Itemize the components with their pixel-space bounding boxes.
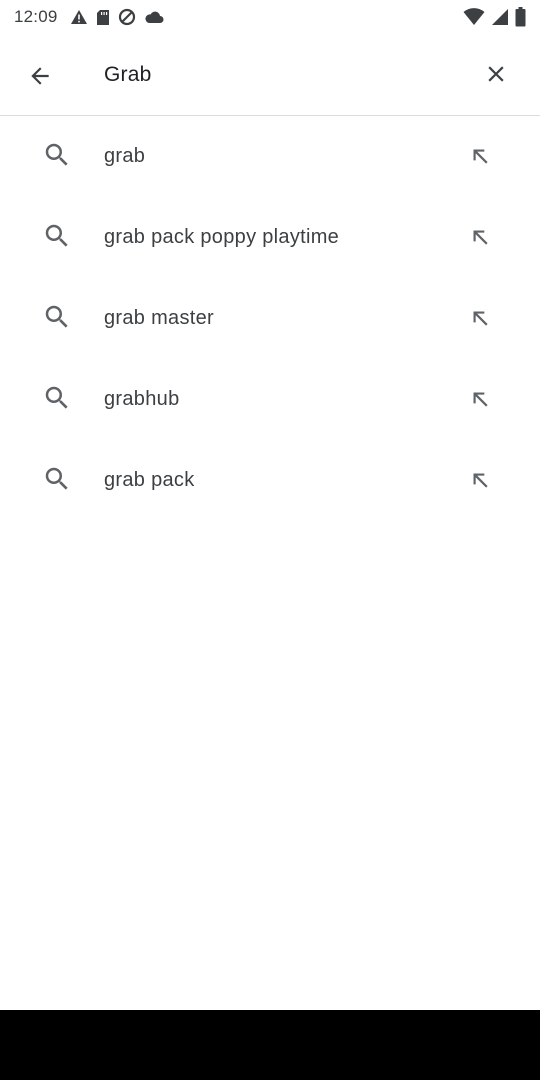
- wifi-icon: [463, 8, 485, 25]
- search-bar: Grab: [0, 34, 540, 116]
- cloud-icon: [144, 11, 164, 23]
- clear-search-button[interactable]: [470, 50, 522, 98]
- search-icon: [45, 467, 68, 490]
- search-icon: [45, 143, 68, 166]
- battery-icon: [515, 7, 526, 27]
- arrow-up-left-icon: [473, 230, 488, 245]
- arrow-up-left-icon: [473, 473, 488, 488]
- fill-query-button[interactable]: [460, 460, 500, 500]
- search-icon: [45, 224, 68, 247]
- data-saver-icon: [118, 8, 135, 26]
- suggestion-item[interactable]: grabhub: [0, 359, 540, 440]
- navigation-bar: [0, 1010, 540, 1080]
- fill-query-button[interactable]: [460, 298, 500, 338]
- fill-query-button[interactable]: [460, 217, 500, 257]
- status-bar: 12:09: [0, 0, 540, 34]
- search-input[interactable]: Grab: [104, 57, 152, 93]
- close-icon: [488, 66, 504, 82]
- suggestion-item[interactable]: grab pack: [0, 440, 540, 521]
- play-store-search-screen: 12:09 Grab grab grab pack poppy playtime…: [0, 0, 540, 1080]
- status-icons-right: [463, 7, 526, 27]
- fill-query-button[interactable]: [460, 136, 500, 176]
- suggestion-list: grab grab pack poppy playtime grab maste…: [0, 116, 540, 521]
- suggestion-item[interactable]: grab master: [0, 278, 540, 359]
- suggestion-label: grabhub: [104, 388, 180, 410]
- suggestion-label: grab master: [104, 307, 215, 329]
- suggestion-label: grab pack poppy playtime: [104, 226, 340, 248]
- back-button[interactable]: [14, 52, 66, 100]
- sd-card-icon: [96, 9, 109, 25]
- arrow-back-icon: [31, 67, 49, 85]
- fill-query-button[interactable]: [460, 379, 500, 419]
- suggestion-label: grab pack: [104, 469, 195, 491]
- arrow-up-left-icon: [473, 311, 488, 326]
- arrow-up-left-icon: [473, 149, 488, 164]
- suggestion-label: grab: [104, 145, 146, 167]
- search-icon: [45, 305, 68, 328]
- search-icon: [45, 386, 68, 409]
- status-icons-left: [70, 8, 164, 26]
- suggestion-item[interactable]: grab pack poppy playtime: [0, 197, 540, 278]
- alert-triangle-icon: [70, 10, 87, 24]
- arrow-up-left-icon: [473, 392, 488, 407]
- status-time: 12:09: [14, 7, 58, 26]
- cellular-signal-icon: [492, 9, 508, 25]
- suggestion-item[interactable]: grab: [0, 116, 540, 197]
